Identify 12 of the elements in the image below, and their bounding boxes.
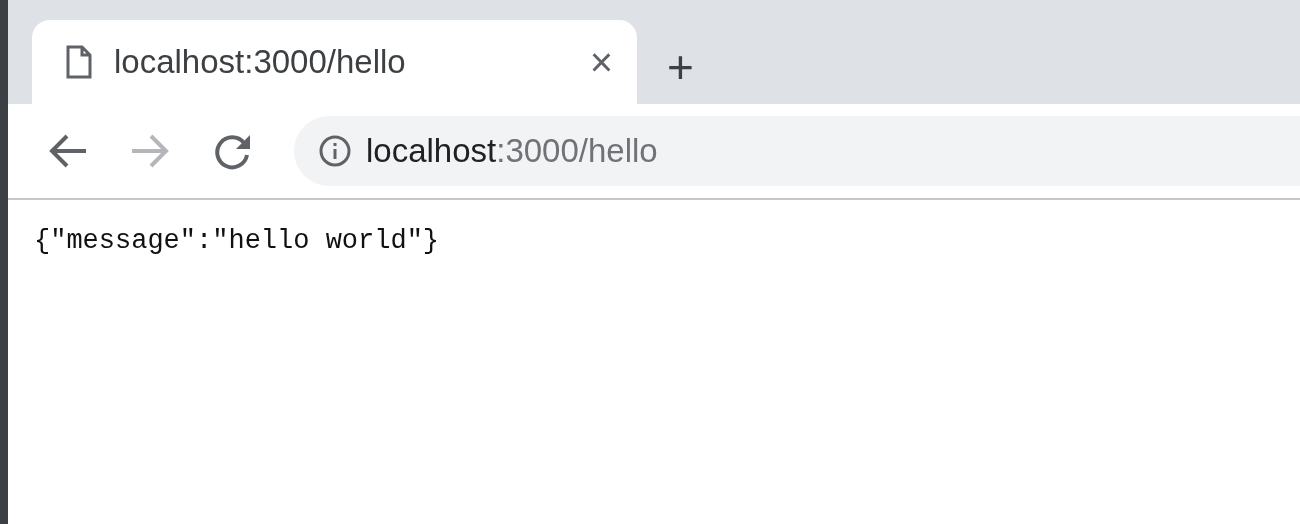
url-path: :3000/hello [496, 132, 658, 170]
info-icon [318, 134, 352, 168]
json-response: {"message":"hello world"} [34, 226, 440, 256]
new-tab-button[interactable]: + [667, 44, 694, 90]
forward-arrow-icon [130, 133, 170, 169]
address-bar[interactable]: localhost:3000/hello [294, 116, 1300, 186]
browser-tab[interactable]: localhost:3000/hello × [32, 20, 637, 104]
close-tab-button[interactable]: × [589, 42, 613, 82]
url-host: localhost [366, 132, 497, 170]
back-arrow-icon [48, 133, 88, 169]
page-icon [66, 45, 92, 79]
tab-title: localhost:3000/hello [114, 43, 407, 81]
